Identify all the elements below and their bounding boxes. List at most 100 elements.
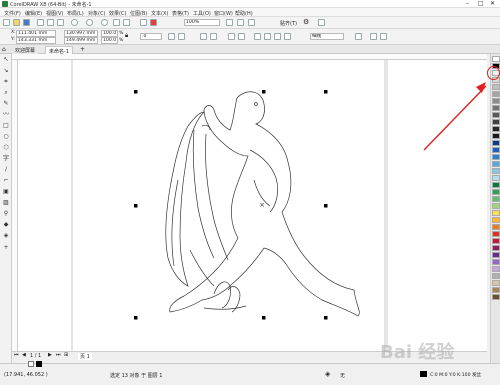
palette-swatch[interactable] <box>492 147 500 153</box>
menu-window[interactable]: 窗口(W) <box>214 10 233 17</box>
print-icon[interactable] <box>140 19 147 26</box>
transparency-tool-icon[interactable]: ▨ <box>2 199 10 207</box>
tab-welcome[interactable]: 欢迎屏幕 <box>12 46 39 54</box>
crop-tool-icon[interactable]: ⌗ <box>2 78 10 86</box>
fill-black-swatch[interactable] <box>36 361 42 367</box>
palette-swatch[interactable] <box>492 217 500 223</box>
zoom-tool-icon[interactable]: ⌕ <box>2 89 10 97</box>
group-icon[interactable] <box>200 33 207 40</box>
fill-none-swatch[interactable] <box>28 361 34 367</box>
copy-icon[interactable] <box>47 19 54 26</box>
export-icon[interactable] <box>123 19 130 26</box>
palette-swatch[interactable] <box>492 168 500 174</box>
intersect-icon[interactable] <box>274 33 281 40</box>
palette-swatch[interactable] <box>492 210 500 216</box>
menu-table[interactable]: 表格(T) <box>172 10 189 17</box>
grid-icon[interactable] <box>248 19 255 26</box>
selection-handle[interactable] <box>134 316 138 320</box>
palette-swatch[interactable] <box>492 105 500 111</box>
rotation-angle-field[interactable]: .0 <box>140 33 162 40</box>
search-icon[interactable] <box>101 19 108 26</box>
palette-swatch[interactable] <box>492 84 500 90</box>
save-icon[interactable] <box>23 19 30 26</box>
launch-icon[interactable] <box>318 19 325 26</box>
smart-fill-tool-icon[interactable]: ◈ <box>2 232 10 240</box>
palette-swatch[interactable] <box>492 112 500 118</box>
palette-swatch[interactable] <box>492 252 500 258</box>
drawing-area[interactable]: × <box>18 60 487 351</box>
tab-document[interactable]: 未命名-1 <box>45 46 73 55</box>
new-document-icon[interactable] <box>3 19 10 26</box>
palette-swatch[interactable] <box>492 154 500 160</box>
palette-swatch[interactable] <box>492 280 500 286</box>
menu-effects[interactable]: 效果(C) <box>109 10 126 17</box>
palette-swatch[interactable] <box>492 56 500 62</box>
palette-swatch[interactable] <box>492 182 500 188</box>
interactive-fill-tool-icon[interactable]: ◆ <box>2 221 10 229</box>
drawing-canvas[interactable]: × <box>18 60 487 351</box>
publish-pdf-icon[interactable] <box>150 19 157 26</box>
palette-swatch[interactable] <box>492 140 500 146</box>
full-screen-icon[interactable] <box>226 19 233 26</box>
palette-swatch[interactable] <box>492 98 500 104</box>
palette-swatch[interactable] <box>492 161 500 167</box>
rectangle-tool-icon[interactable]: □ <box>2 122 10 130</box>
lock-ratio-icon[interactable]: 🔒︎ <box>125 32 128 40</box>
palette-swatch[interactable] <box>492 294 500 300</box>
palette-swatch[interactable] <box>492 91 500 97</box>
add-page-icon[interactable]: ⊞ <box>64 352 68 358</box>
to-back-icon[interactable] <box>380 33 387 40</box>
height-field[interactable]: 149.499 mm <box>64 37 98 44</box>
palette-swatch[interactable] <box>492 231 500 237</box>
palette-swatch[interactable] <box>492 189 500 195</box>
redo-icon[interactable] <box>86 19 93 26</box>
menu-text[interactable]: 文本(X) <box>151 10 168 17</box>
paste-icon[interactable] <box>57 19 64 26</box>
menu-object[interactable]: 对象(C) <box>88 10 105 17</box>
ungroup-icon[interactable] <box>210 33 217 40</box>
palette-swatch[interactable] <box>492 133 500 139</box>
palette-swatch[interactable] <box>492 259 500 265</box>
combine-icon[interactable] <box>228 33 235 40</box>
mirror-horizontal-icon[interactable] <box>168 33 175 40</box>
selection-handle[interactable] <box>324 316 328 320</box>
first-page-icon[interactable]: ⏮ <box>14 352 19 358</box>
selection-handle[interactable] <box>134 204 138 208</box>
weld-icon[interactable] <box>254 33 261 40</box>
zoom-level-select[interactable]: 100% <box>184 19 220 26</box>
break-apart-icon[interactable] <box>238 33 245 40</box>
wrap-text-icon[interactable] <box>355 33 362 40</box>
selection-handle[interactable] <box>262 90 266 94</box>
eyedropper-tool-icon[interactable]: ⚲ <box>2 210 10 218</box>
palette-swatch[interactable] <box>492 287 500 293</box>
undo-icon[interactable] <box>71 19 78 26</box>
import-icon[interactable] <box>113 19 120 26</box>
palette-swatch[interactable] <box>492 126 500 132</box>
last-page-icon[interactable]: ⏭ <box>56 352 61 358</box>
add-tab-icon[interactable]: + <box>80 46 85 53</box>
selection-handle[interactable] <box>324 204 328 208</box>
menu-file[interactable]: 文件(F) <box>4 10 21 17</box>
rulers-icon[interactable] <box>237 19 244 26</box>
menu-view[interactable]: 视图(V) <box>46 10 63 17</box>
drop-shadow-tool-icon[interactable]: ▣ <box>2 188 10 196</box>
selection-handle[interactable] <box>324 90 328 94</box>
y-position-field[interactable]: 143.331 mm <box>16 37 56 44</box>
palette-swatch[interactable] <box>492 224 500 230</box>
minimize-button[interactable]: – <box>466 0 469 7</box>
pick-tool-icon[interactable]: ↖ <box>2 56 10 64</box>
menu-tools[interactable]: 工具(O) <box>193 10 211 17</box>
palette-swatch[interactable] <box>492 238 500 244</box>
connector-tool-icon[interactable]: ⌐ <box>2 177 10 185</box>
polygon-tool-icon[interactable]: ⬡ <box>2 144 10 152</box>
maximize-button[interactable]: □ <box>478 0 484 7</box>
palette-swatch[interactable] <box>492 273 500 279</box>
text-tool-icon[interactable]: 字 <box>2 155 10 163</box>
freehand-tool-icon[interactable]: ✎ <box>2 100 10 108</box>
add-tool-icon[interactable]: + <box>2 244 10 252</box>
close-button[interactable]: ✕ <box>490 0 495 7</box>
parallel-dimension-tool-icon[interactable]: ∕ <box>2 166 10 174</box>
options-gear-icon[interactable]: ⚙ <box>303 18 309 26</box>
menu-help[interactable]: 帮助(H) <box>235 10 253 17</box>
snap-to-label[interactable]: 贴齐(T) <box>280 20 297 27</box>
